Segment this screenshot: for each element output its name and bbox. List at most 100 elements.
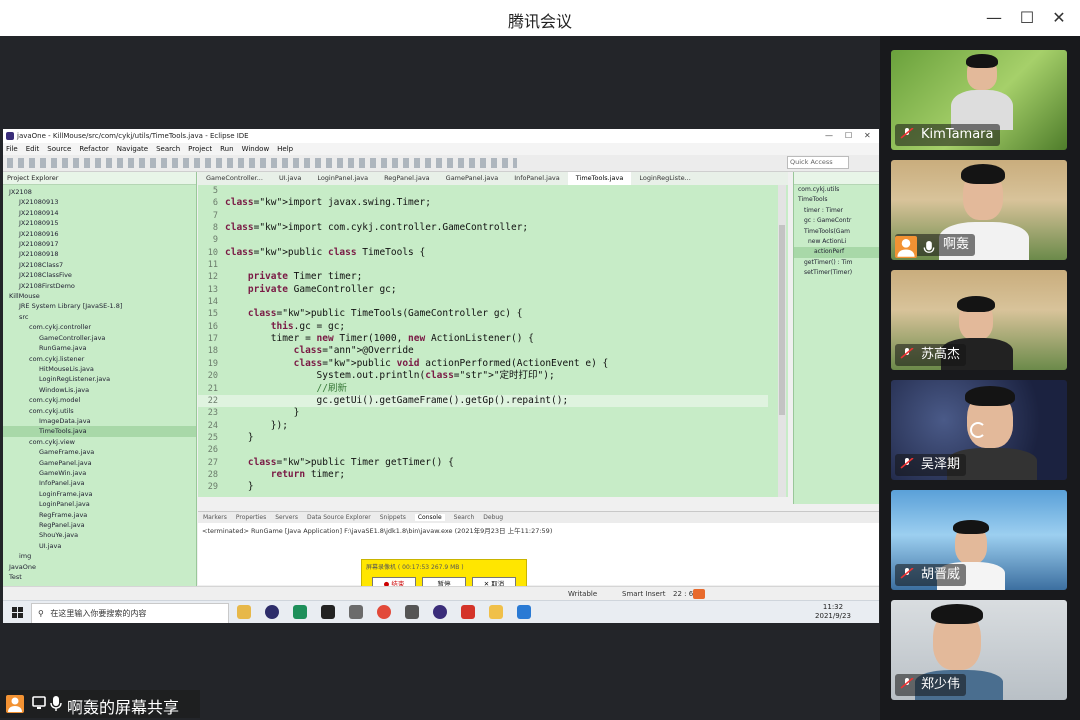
eclipse-maximize-icon[interactable]: ☐	[845, 129, 852, 143]
editor-tab[interactable]: UI.java	[271, 172, 309, 185]
menu-source[interactable]: Source	[47, 145, 71, 153]
view-tab-console[interactable]: Console	[414, 514, 445, 521]
menu-refactor[interactable]: Refactor	[79, 145, 108, 153]
close-icon[interactable]: ✕	[1047, 6, 1071, 30]
taskbar-search-input[interactable]: ⚲ 在这里输入你要搜索的内容	[31, 603, 229, 623]
tree-file-item[interactable]: ShouYe.java	[3, 530, 196, 540]
tree-folder-item[interactable]: JX21080913	[3, 197, 196, 207]
editor-scrollbar-thumb[interactable]	[779, 225, 785, 415]
menu-search[interactable]: Search	[156, 145, 180, 153]
tree-folder-item[interactable]: JX21080917	[3, 239, 196, 249]
tree-file-item[interactable]: GameFrame.java	[3, 447, 196, 457]
tree-folder-item[interactable]: src	[3, 312, 196, 322]
view-tab[interactable]: Snippets	[380, 514, 406, 521]
tree-folder-item[interactable]: com.cykj.listener	[3, 354, 196, 364]
maximize-icon[interactable]: ☐	[1015, 6, 1039, 30]
view-tab[interactable]: Debug	[483, 514, 503, 521]
editor-tab-active[interactable]: TimeTools.java	[567, 172, 632, 185]
app-icon[interactable]	[265, 605, 279, 619]
view-tab[interactable]: Markers	[203, 514, 227, 521]
participant-tile[interactable]: 啊轰	[891, 160, 1067, 260]
tree-folder-item[interactable]: Test	[3, 572, 196, 582]
tree-file-item[interactable]: LoginFrame.java	[3, 489, 196, 499]
tree-file-item[interactable]: RunGame.java	[3, 343, 196, 353]
editor-tab[interactable]: RegPanel.java	[376, 172, 438, 185]
tree-folder-item[interactable]: com.cykj.view	[3, 437, 196, 447]
tree-file-item[interactable]: GamePanel.java	[3, 458, 196, 468]
wps-icon[interactable]	[461, 605, 475, 619]
tree-file-item[interactable]: RegFrame.java	[3, 510, 196, 520]
tree-file-item[interactable]: RegPanel.java	[3, 520, 196, 530]
quick-access-input[interactable]: Quick Access	[787, 156, 849, 169]
tree-folder-item[interactable]: JX2108ClassFive	[3, 270, 196, 280]
tree-file-item[interactable]: GameController.java	[3, 333, 196, 343]
tree-file-item[interactable]: WindowLis.java	[3, 385, 196, 395]
editor-tab[interactable]: GameController...	[198, 172, 271, 185]
tree-file-item[interactable]: HitMouseLis.java	[3, 364, 196, 374]
taskbar-clock[interactable]: 11:32 2021/9/23	[811, 603, 855, 621]
tree-folder-item[interactable]: KillMouse	[3, 291, 196, 301]
tree-folder-item[interactable]: img	[3, 551, 196, 561]
participant-tile[interactable]: KimTamara	[891, 50, 1067, 150]
notes-icon[interactable]	[489, 605, 503, 619]
tree-folder-item[interactable]: com.cykj.controller	[3, 322, 196, 332]
tree-folder-item[interactable]: JX21080915	[3, 218, 196, 228]
tree-folder-item[interactable]: com.cykj.utils	[3, 406, 196, 416]
chrome-icon[interactable]	[377, 605, 391, 619]
view-tab[interactable]: Search	[454, 514, 475, 521]
pycharm-icon[interactable]	[293, 605, 307, 619]
outline-item[interactable]: TimeTools	[794, 195, 879, 205]
outline-item[interactable]: TimeTools(Gam	[794, 227, 879, 237]
intellij-icon[interactable]	[321, 605, 335, 619]
tree-folder-item[interactable]: JX21080914	[3, 208, 196, 218]
menu-navigate[interactable]: Navigate	[117, 145, 148, 153]
tree-folder-item[interactable]: JavaOne	[3, 562, 196, 572]
participant-tile[interactable]: 郑少伟	[891, 600, 1067, 700]
eclipse-icon[interactable]	[433, 605, 447, 619]
outline-item[interactable]: getTimer() : Tim	[794, 258, 879, 268]
minimize-icon[interactable]: —	[982, 6, 1006, 30]
tree-file-item[interactable]: ImageData.java	[3, 416, 196, 426]
tree-file-item[interactable]: InfoPanel.java	[3, 478, 196, 488]
menu-window[interactable]: Window	[242, 145, 270, 153]
editor-tab[interactable]: LoginPanel.java	[309, 172, 376, 185]
tree-file-item[interactable]: UI.java	[3, 541, 196, 551]
tree-file-item[interactable]: LoginRegListener.java	[3, 374, 196, 384]
ime-icon[interactable]	[693, 589, 705, 599]
editor-tab[interactable]: LoginRegListe...	[631, 172, 698, 185]
file-explorer-icon[interactable]	[237, 605, 251, 619]
tree-folder-item[interactable]: JX2108	[3, 187, 196, 197]
tree-folder-item[interactable]: com.cykj.model	[3, 395, 196, 405]
menu-project[interactable]: Project	[188, 145, 212, 153]
menu-file[interactable]: File	[6, 145, 18, 153]
outline-item[interactable]: gc : GameContr	[794, 216, 879, 226]
participant-tile[interactable]: 胡晋威	[891, 490, 1067, 590]
tree-file-item[interactable]: TimeTools.java	[3, 426, 196, 437]
editor-tab[interactable]: InfoPanel.java	[506, 172, 568, 185]
tree-folder-item[interactable]: JX21080916	[3, 229, 196, 239]
view-tab[interactable]: Data Source Explorer	[307, 514, 371, 521]
editor-tab[interactable]: GamePanel.java	[438, 172, 507, 185]
outline-item[interactable]: setTimer(Timer)	[794, 268, 879, 278]
participant-tile[interactable]: 苏高杰	[891, 270, 1067, 370]
menu-edit[interactable]: Edit	[26, 145, 40, 153]
toolbar-icons[interactable]	[7, 158, 517, 168]
eclipse-minimize-icon[interactable]: —	[825, 129, 833, 143]
view-tab[interactable]: Servers	[275, 514, 298, 521]
editor-scrollbar[interactable]	[778, 185, 786, 497]
view-tab[interactable]: Properties	[236, 514, 266, 521]
tree-folder-item[interactable]: JX21080918	[3, 249, 196, 259]
windows-start-icon[interactable]	[12, 607, 23, 618]
tree-file-item[interactable]: GameWin.java	[3, 468, 196, 478]
code-editor[interactable]: 5 6 class="kw">import javax.swing.Timer; 7 8…	[198, 185, 788, 497]
outline-item[interactable]: com.cykj.utils	[794, 185, 879, 195]
tree-folder-item[interactable]: JX2108Class7	[3, 260, 196, 270]
tree-folder-item[interactable]: JX2108FirstDemo	[3, 281, 196, 291]
menu-help[interactable]: Help	[277, 145, 293, 153]
app-icon[interactable]	[405, 605, 419, 619]
eclipse-close-icon[interactable]: ✕	[864, 129, 871, 143]
meeting-icon[interactable]	[517, 605, 531, 619]
tree-file-item[interactable]: LoginPanel.java	[3, 499, 196, 509]
outline-item[interactable]: actionPerf	[794, 247, 879, 258]
console-view[interactable]: <terminated> RunGame [Java Application] …	[198, 523, 879, 585]
